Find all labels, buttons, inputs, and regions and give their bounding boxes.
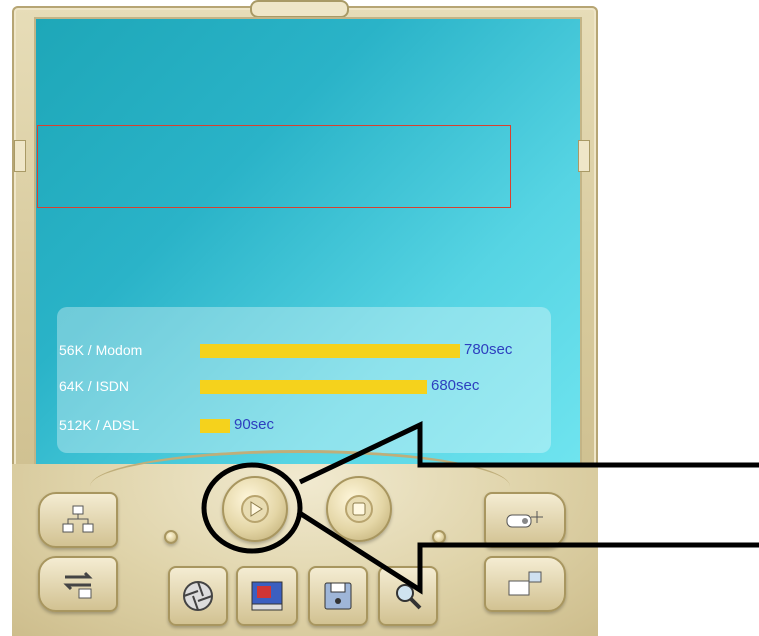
callout-arrow-upper (298, 421, 759, 485)
annotation-overlay (201, 421, 759, 595)
callout-arrow-lower (296, 509, 759, 595)
highlight-circle (201, 462, 303, 554)
